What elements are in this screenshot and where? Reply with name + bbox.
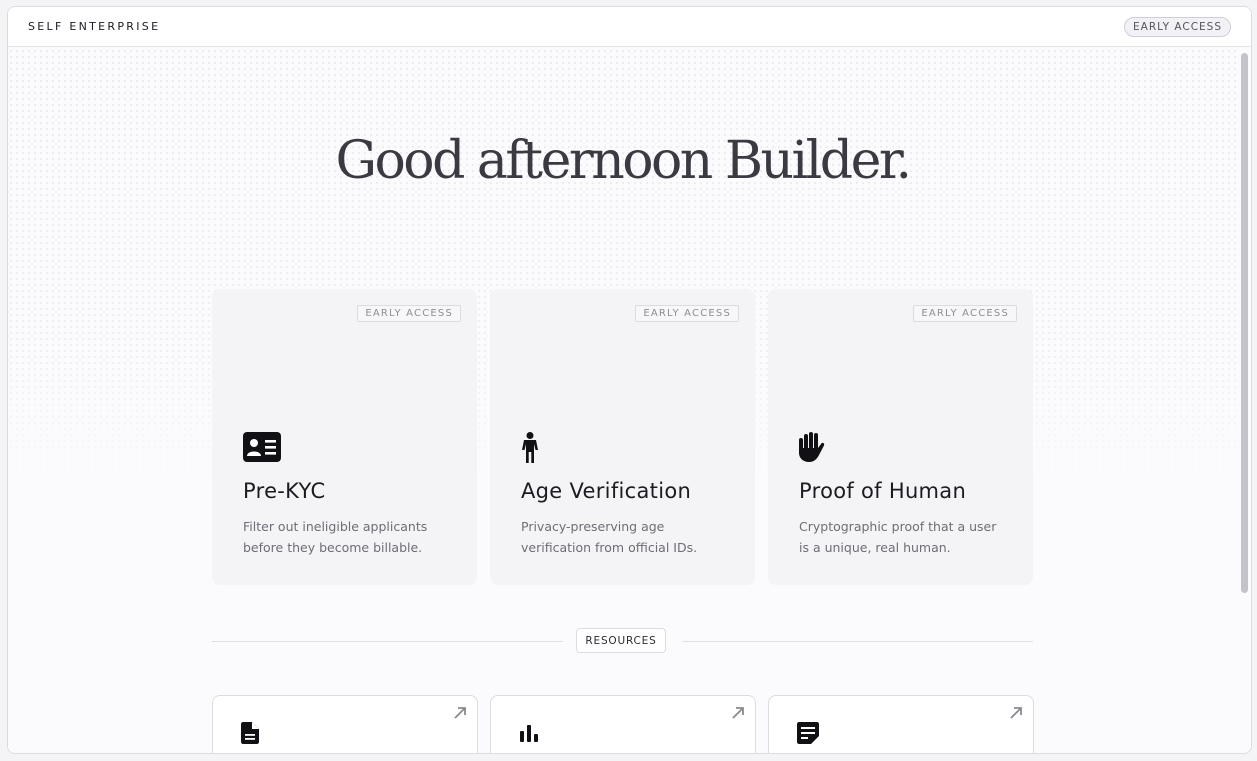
greeting-heading: Good afternoon Builder. bbox=[335, 131, 912, 191]
external-link-icon bbox=[731, 705, 745, 724]
product-description: Cryptographic proof that a user is a uni… bbox=[799, 519, 997, 555]
note-icon bbox=[797, 722, 819, 748]
divider-left bbox=[212, 641, 563, 642]
scrollbar[interactable] bbox=[1240, 51, 1249, 751]
resource-card-notes[interactable] bbox=[768, 695, 1034, 753]
app-window: SELF ENTERPRISE EARLY ACCESS Good aftern… bbox=[7, 6, 1252, 754]
product-description: Privacy-preserving age verification from… bbox=[521, 519, 698, 555]
early-access-badge: EARLY ACCESS bbox=[913, 305, 1017, 322]
bar-chart-icon bbox=[519, 722, 539, 746]
product-title: Pre-KYC bbox=[243, 479, 326, 503]
external-link-icon bbox=[1009, 705, 1023, 724]
main-content: Good afternoon Builder. EARLY ACCESS Pre… bbox=[8, 7, 1237, 753]
id-card-icon bbox=[243, 432, 281, 466]
scrollbar-thumb[interactable] bbox=[1241, 53, 1248, 593]
person-icon bbox=[521, 432, 539, 467]
divider-right bbox=[682, 641, 1033, 642]
external-link-icon bbox=[453, 705, 467, 724]
hand-icon bbox=[799, 432, 826, 466]
resource-card-analytics[interactable] bbox=[490, 695, 756, 753]
product-description: Filter out ineligible applicants before … bbox=[243, 519, 428, 555]
early-access-badge: EARLY ACCESS bbox=[635, 305, 739, 322]
product-title: Age Verification bbox=[521, 479, 692, 503]
resource-card-docs[interactable] bbox=[212, 695, 478, 753]
product-card-pre-kyc[interactable]: EARLY ACCESS Pre-KYC Filter out ineligib… bbox=[212, 289, 477, 585]
product-title: Proof of Human bbox=[799, 479, 967, 503]
product-card-age-verification[interactable]: EARLY ACCESS Age Verification Privacy-pr… bbox=[490, 289, 755, 585]
resources-label: RESOURCES bbox=[576, 628, 666, 653]
early-access-badge: EARLY ACCESS bbox=[357, 305, 461, 322]
product-card-proof-of-human[interactable]: EARLY ACCESS Proof of Human Cryptographi… bbox=[768, 289, 1033, 585]
document-icon bbox=[241, 722, 259, 748]
